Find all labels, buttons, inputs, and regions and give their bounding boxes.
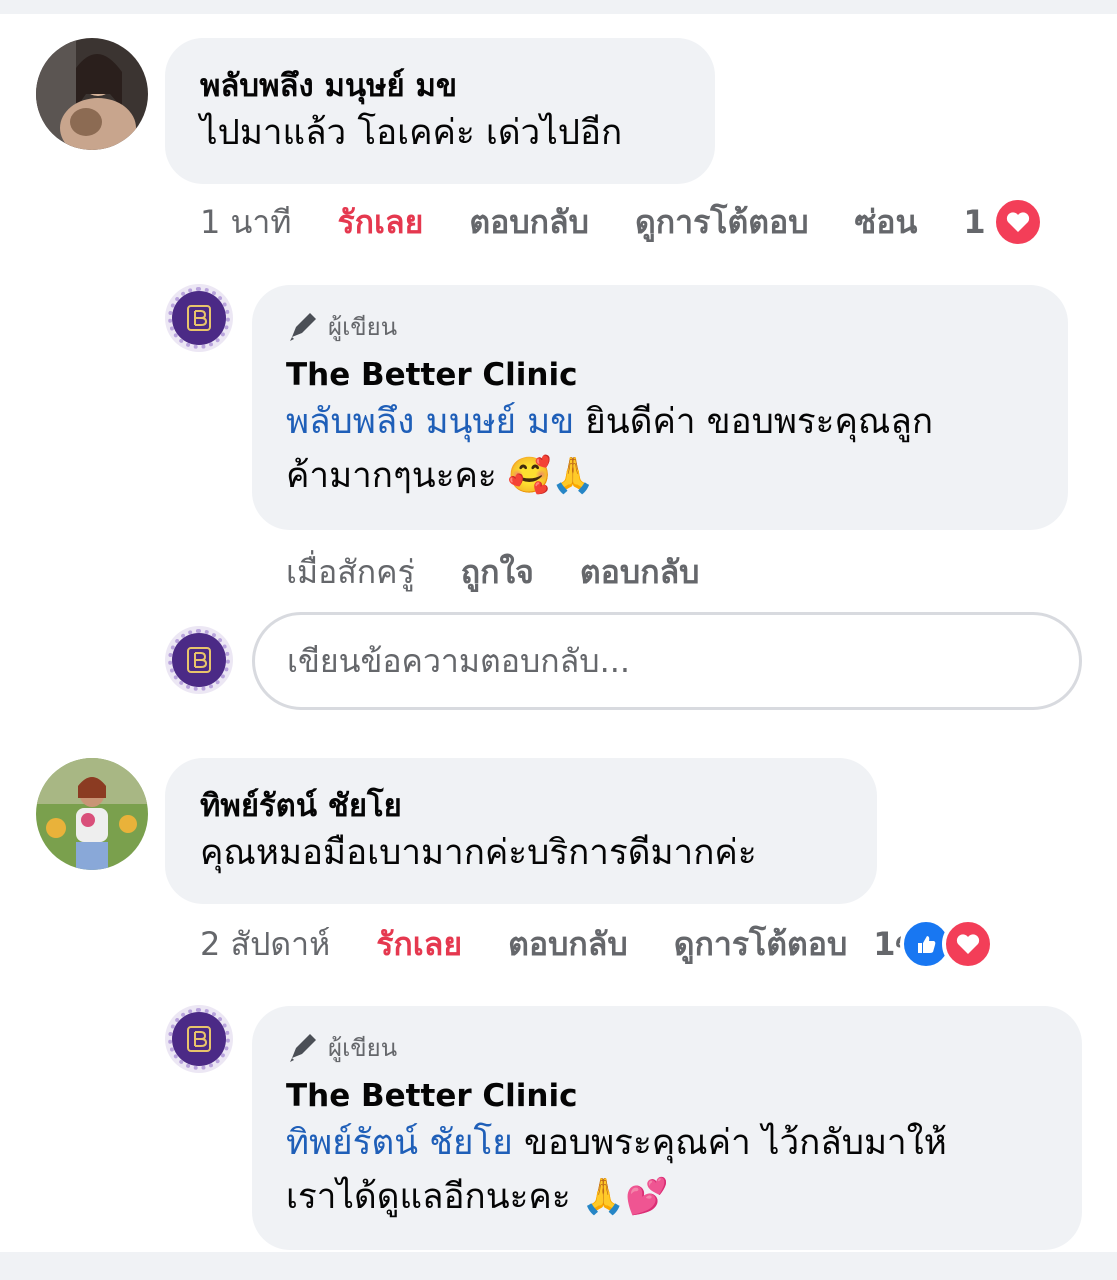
- avatar-clinic-2[interactable]: [165, 1005, 233, 1073]
- comment-time[interactable]: 1 นาที: [200, 197, 291, 248]
- mention-link[interactable]: ทิพย์รัตน์ ชัยโย: [286, 1123, 513, 1163]
- reply-text-line-1: พลับพลึง มนุษย์ มข ยินดีค่า ขอบพระคุณลูก: [286, 395, 1068, 449]
- reply-button[interactable]: ตอบกลับ: [580, 547, 700, 598]
- clinic-logo: [168, 1008, 230, 1070]
- reply-text-line-2: ค้ามากๆนะคะ 🥰🙏: [286, 456, 596, 496]
- avatar-user-1[interactable]: [36, 38, 148, 150]
- user-photo-1: [36, 38, 148, 150]
- hide-button[interactable]: ซ่อน: [855, 197, 918, 248]
- reply-bubble-1: ผู้เขียน The Better Clinic พลับพลึง มนุษ…: [252, 285, 1068, 530]
- pen-icon: [290, 1034, 316, 1062]
- heart-icon[interactable]: [942, 918, 995, 970]
- author-badge-label: ผู้เขียน: [328, 312, 398, 341]
- avatar-clinic-input: [165, 626, 233, 694]
- pen-icon: [290, 313, 316, 341]
- reply-bubble-2: ผู้เขียน The Better Clinic ทิพย์รัตน์ ชั…: [252, 1006, 1082, 1250]
- reply-author[interactable]: The Better Clinic: [286, 355, 1068, 395]
- comment-bubble-1: พลับพลึง มนุษย์ มข ไปมาแล้ว โอเคค่ะ เด่ว…: [165, 38, 715, 184]
- comment-author[interactable]: พลับพลึง มนุษย์ มข: [200, 66, 715, 106]
- comment-text: คุณหมอมือเบามากค่ะบริการดีมากค่ะ: [200, 833, 757, 873]
- heart-glyph: [957, 934, 980, 954]
- reply-text: ขอบพระคุณค่า ไว้กลับมาให้: [512, 1123, 947, 1163]
- view-reactions-button[interactable]: ดูการโต้ตอบ: [635, 197, 809, 248]
- author-badge-label: ผู้เขียน: [328, 1033, 398, 1062]
- like-button[interactable]: ถูกใจ: [461, 547, 534, 598]
- clinic-logo-ring: [168, 287, 230, 349]
- heart-icon[interactable]: [991, 196, 1044, 248]
- user-photo-2: [36, 758, 148, 870]
- comment-bubble-2: ทิพย์รัตน์ ชัยโย คุณหมอมือเบามากค่ะบริกา…: [165, 758, 877, 904]
- comment-text: ไปมาแล้ว โอเคค่ะ เด่วไปอีก: [200, 113, 623, 153]
- mention-link[interactable]: พลับพลึง มนุษย์ มข: [286, 402, 574, 442]
- reply-input[interactable]: [255, 615, 1047, 707]
- author-badge: ผู้เขียน: [286, 1030, 1082, 1064]
- reply-input-box[interactable]: [252, 612, 1082, 710]
- heart-glyph: [1006, 212, 1029, 232]
- top-divider: [0, 0, 1117, 14]
- comment-actions-1: 1 นาที รักเลย ตอบกลับ ดูการโต้ตอบ ซ่อน 1: [200, 196, 1044, 248]
- comment-author[interactable]: ทิพย์รัตน์ ชัยโย: [200, 786, 877, 826]
- reply-button[interactable]: ตอบกลับ: [508, 919, 628, 970]
- clinic-logo: [168, 287, 230, 349]
- like-glyph: [918, 936, 936, 953]
- reply-text-line-2: เราได้ดูแลอีกนะคะ 🙏💕: [286, 1177, 669, 1217]
- author-badge: ผู้เขียน: [286, 309, 1068, 343]
- reply-button[interactable]: ตอบกลับ: [469, 197, 589, 248]
- reply-text-line-1: ทิพย์รัตน์ ชัยโย ขอบพระคุณค่า ไว้กลับมาใ…: [286, 1116, 1082, 1170]
- reply-author[interactable]: The Better Clinic: [286, 1076, 1082, 1116]
- reply-time[interactable]: เมื่อสักครู่: [286, 547, 415, 598]
- comment-actions-2: 2 สัปดาห์ รักเลย ตอบกลับ ดูการโต้ตอบ 1ซ่…: [200, 918, 995, 970]
- reply-text: ยินดีค่า ขอบพระคุณลูก: [574, 402, 934, 442]
- view-reactions-button[interactable]: ดูการโต้ตอบ: [674, 919, 848, 970]
- clinic-logo-ring: [168, 629, 230, 691]
- love-button[interactable]: รักเลย: [376, 919, 462, 970]
- clinic-logo: [168, 629, 230, 691]
- avatar-clinic-1[interactable]: [165, 284, 233, 352]
- comment-time[interactable]: 2 สัปดาห์: [200, 919, 330, 970]
- love-button[interactable]: รักเลย: [337, 197, 423, 248]
- reaction-count[interactable]: 1: [963, 203, 985, 241]
- clinic-logo-ring: [168, 1008, 230, 1070]
- reply-actions-1: เมื่อสักครู่ ถูกใจ ตอบกลับ: [286, 547, 745, 598]
- bottom-divider: [0, 1252, 1117, 1280]
- avatar-user-2[interactable]: [36, 758, 148, 870]
